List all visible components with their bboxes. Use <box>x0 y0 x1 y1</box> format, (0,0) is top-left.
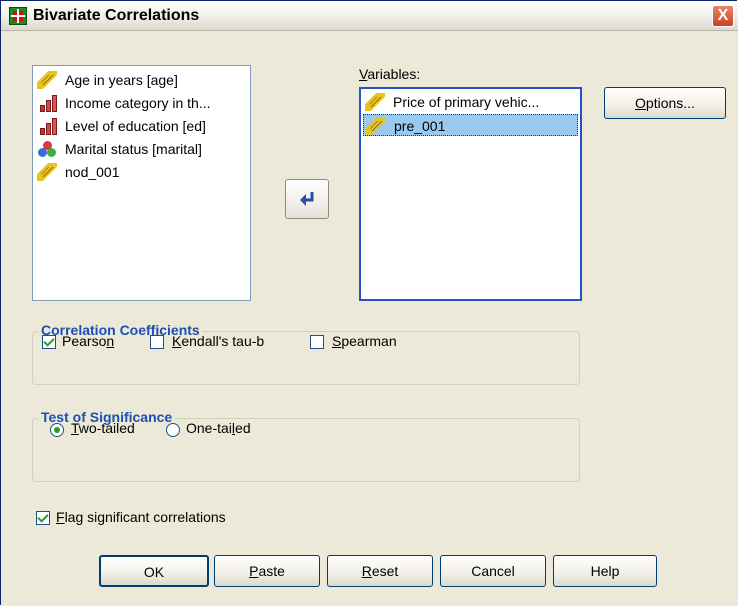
options-button[interactable]: Options... <box>604 87 726 119</box>
paste-button[interactable]: Paste <box>214 555 320 587</box>
list-item-selected[interactable]: pre_001 <box>363 114 578 136</box>
scale-ruler-icon <box>37 163 57 181</box>
one-tailed-radio[interactable] <box>166 423 180 437</box>
source-variable-list[interactable]: Age in years [age] Income category in th… <box>32 65 251 301</box>
kendall-checkbox[interactable] <box>150 335 164 349</box>
list-item[interactable]: nod_001 <box>35 161 248 183</box>
list-item[interactable]: Age in years [age] <box>35 69 248 91</box>
two-tailed-label[interactable]: Two-tailed <box>71 420 135 436</box>
reset-button[interactable]: Reset <box>327 555 433 587</box>
window-title: Bivariate Correlations <box>33 7 200 24</box>
dialog-body: Age in years [age] Income category in th… <box>1 31 738 606</box>
pearson-checkbox[interactable] <box>42 335 56 349</box>
list-item[interactable]: Marital status [marital] <box>35 138 248 160</box>
cancel-button[interactable]: Cancel <box>440 555 546 587</box>
two-tailed-radio[interactable] <box>50 423 64 437</box>
scale-ruler-icon <box>37 71 57 89</box>
close-button[interactable]: X <box>712 5 734 27</box>
list-item[interactable]: Level of education [ed] <box>35 115 248 137</box>
ordinal-bars-icon <box>37 94 57 112</box>
spearman-checkbox[interactable] <box>310 335 324 349</box>
pearson-label[interactable]: Pearson <box>62 333 114 349</box>
nominal-circles-icon <box>37 140 57 158</box>
title-bar[interactable]: Bivariate Correlations X <box>1 1 738 31</box>
move-variable-button[interactable] <box>285 179 329 219</box>
scale-ruler-icon <box>366 117 386 135</box>
list-item[interactable]: Income category in th... <box>35 92 248 114</box>
spearman-label[interactable]: Spearman <box>332 333 397 349</box>
ordinal-bars-icon <box>37 117 57 135</box>
help-button[interactable]: Help <box>553 555 657 587</box>
app-icon <box>9 7 27 25</box>
correlation-coefficients-group: Correlation Coefficients <box>32 322 580 385</box>
list-item[interactable]: Price of primary vehic... <box>363 91 578 113</box>
variables-label: Variables: <box>359 66 421 82</box>
target-variable-list[interactable]: Price of primary vehic... pre_001 <box>359 87 582 301</box>
ok-button[interactable]: OK <box>99 555 209 587</box>
flag-significant-checkbox[interactable] <box>36 511 50 525</box>
bivariate-correlations-dialog: Bivariate Correlations X Age in years [a… <box>0 0 738 606</box>
scale-ruler-icon <box>365 93 385 111</box>
move-arrow-icon <box>300 192 314 206</box>
one-tailed-label[interactable]: One-tailed <box>186 420 251 436</box>
kendall-label[interactable]: Kendall's tau-b <box>172 333 264 349</box>
flag-significant-label[interactable]: Flag significant correlations <box>56 509 226 525</box>
